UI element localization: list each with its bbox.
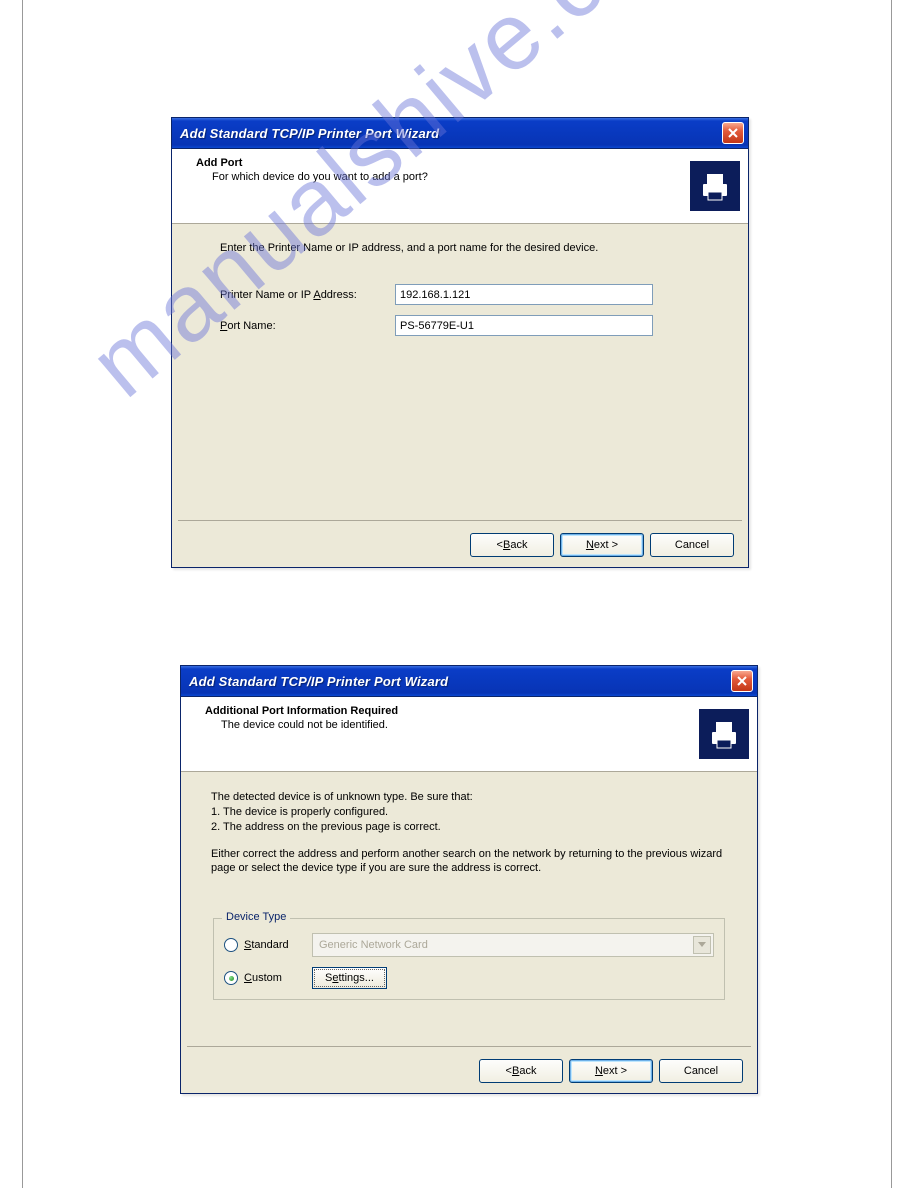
next-button[interactable]: Next >: [560, 533, 644, 557]
wizard-dialog-add-port: Add Standard TCP/IP Printer Port Wizard …: [171, 117, 749, 568]
close-icon: [728, 128, 738, 138]
wizard-header-text: Additional Port Information Required The…: [205, 703, 699, 765]
printer-address-input[interactable]: [395, 284, 653, 305]
radio-custom[interactable]: [224, 971, 238, 985]
device-type-groupbox: Device Type Standard Generic Network Car…: [213, 918, 725, 1000]
wizard-button-row: < Back Next > Cancel: [470, 533, 734, 557]
wizard-header-title: Add Port: [196, 157, 690, 169]
wizard-button-row: < Back Next > Cancel: [479, 1059, 743, 1083]
printer-icon: [699, 709, 749, 759]
dropdown-selected-value: Generic Network Card: [319, 939, 428, 951]
radio-row-standard: Standard Generic Network Card: [224, 933, 714, 957]
titlebar[interactable]: Add Standard TCP/IP Printer Port Wizard: [172, 118, 748, 149]
wizard-header-subtitle: For which device do you want to add a po…: [196, 171, 690, 183]
titlebar[interactable]: Add Standard TCP/IP Printer Port Wizard: [181, 666, 757, 697]
groupbox-title: Device Type: [222, 911, 290, 923]
cancel-button[interactable]: Cancel: [650, 533, 734, 557]
cancel-button[interactable]: Cancel: [659, 1059, 743, 1083]
label-port-name: Port Name:: [220, 320, 395, 332]
next-button[interactable]: Next >: [569, 1059, 653, 1083]
radio-row-custom: Custom Settings...: [224, 967, 714, 989]
wizard-header: Additional Port Information Required The…: [181, 697, 757, 772]
window-title: Add Standard TCP/IP Printer Port Wizard: [189, 674, 731, 689]
close-button[interactable]: [731, 670, 753, 692]
wizard-header-title: Additional Port Information Required: [205, 705, 699, 717]
wizard-dialog-additional-info: Add Standard TCP/IP Printer Port Wizard …: [180, 665, 758, 1094]
radio-custom-label: Custom: [244, 972, 306, 984]
chevron-down-icon: [693, 936, 711, 954]
instruction-text: Enter the Printer Name or IP address, an…: [220, 242, 700, 254]
detected-text-intro: The detected device is of unknown type. …: [211, 790, 727, 805]
close-icon: [737, 676, 747, 686]
wizard-header-subtitle: The device could not be identified.: [205, 719, 699, 731]
settings-button[interactable]: Settings...: [312, 967, 387, 989]
wizard-content: The detected device is of unknown type. …: [181, 772, 757, 1012]
form-row-port-name: Port Name:: [220, 315, 700, 336]
wizard-header: Add Port For which device do you want to…: [172, 149, 748, 224]
close-button[interactable]: [722, 122, 744, 144]
back-button[interactable]: < Back: [470, 533, 554, 557]
detected-text-item1: 1. The device is properly configured.: [211, 805, 727, 820]
port-name-input[interactable]: [395, 315, 653, 336]
label-printer-address: Printer Name or IP Address:: [220, 289, 395, 301]
correction-text: Either correct the address and perform a…: [211, 847, 727, 877]
wizard-header-text: Add Port For which device do you want to…: [196, 155, 690, 217]
back-button[interactable]: < Back: [479, 1059, 563, 1083]
separator: [187, 1046, 751, 1047]
printer-icon: [690, 161, 740, 211]
page-margin-right: [891, 0, 892, 1188]
wizard-content: Enter the Printer Name or IP address, an…: [172, 224, 748, 358]
window-title: Add Standard TCP/IP Printer Port Wizard: [180, 126, 722, 141]
radio-standard[interactable]: [224, 938, 238, 952]
form-row-printer-address: Printer Name or IP Address:: [220, 284, 700, 305]
separator: [178, 520, 742, 521]
standard-device-dropdown: Generic Network Card: [312, 933, 714, 957]
radio-standard-label: Standard: [244, 939, 306, 951]
page-margin-left: [22, 0, 23, 1188]
detected-text-item2: 2. The address on the previous page is c…: [211, 820, 727, 835]
